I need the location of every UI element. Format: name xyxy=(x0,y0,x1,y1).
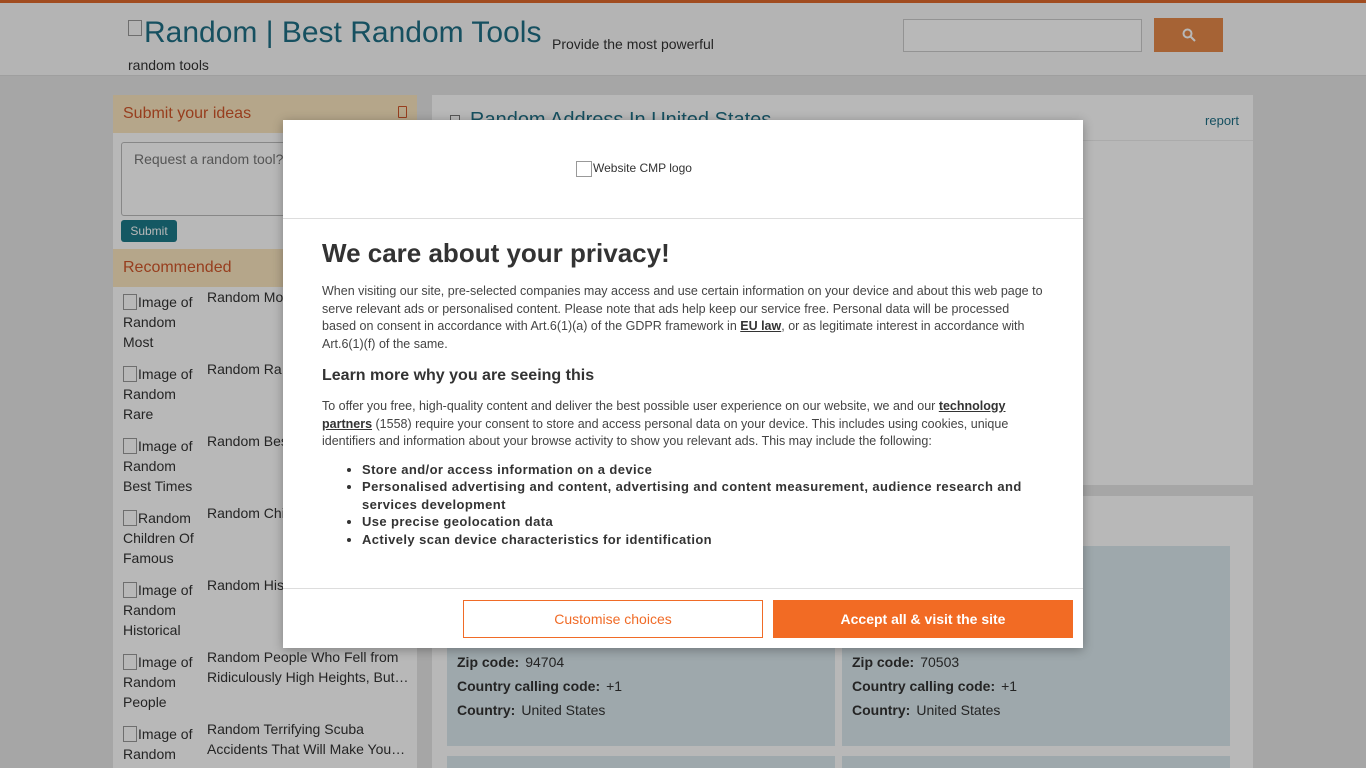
cmp-logo: Website CMP logo xyxy=(576,161,692,177)
consent-heading: We care about your privacy! xyxy=(322,238,670,268)
purpose-item: Actively scan device characteristics for… xyxy=(362,531,1044,549)
purpose-item: Store and/or access information on a dev… xyxy=(362,461,1044,479)
consent-dialog: Website CMP logo We care about your priv… xyxy=(283,120,1083,648)
consent-subheading: Learn more why you are seeing this xyxy=(322,367,595,384)
consent-footer: Customise choices Accept all & visit the… xyxy=(283,588,1083,648)
accept-all-button[interactable]: Accept all & visit the site xyxy=(773,600,1073,638)
purpose-item: Personalised advertising and content, ad… xyxy=(362,478,1044,513)
consent-details-text: To offer you free, high-quality content … xyxy=(322,399,939,413)
consent-intro: When visiting our site, pre-selected com… xyxy=(322,283,1044,353)
consent-details: To offer you free, high-quality content … xyxy=(322,398,1044,451)
consent-body[interactable]: We care about your privacy! When visitin… xyxy=(283,220,1083,588)
consent-logo-area: Website CMP logo xyxy=(283,120,1083,219)
eu-law-link[interactable]: EU law xyxy=(740,319,781,333)
cmp-logo-alt: Website CMP logo xyxy=(593,161,692,176)
consent-details-text-end: (1558) require your consent to store and… xyxy=(322,416,1009,449)
purpose-list: Store and/or access information on a dev… xyxy=(362,461,1044,549)
purpose-item: Use precise geolocation data xyxy=(362,513,1044,531)
broken-image-icon xyxy=(576,161,592,177)
customise-choices-button[interactable]: Customise choices xyxy=(463,600,763,638)
